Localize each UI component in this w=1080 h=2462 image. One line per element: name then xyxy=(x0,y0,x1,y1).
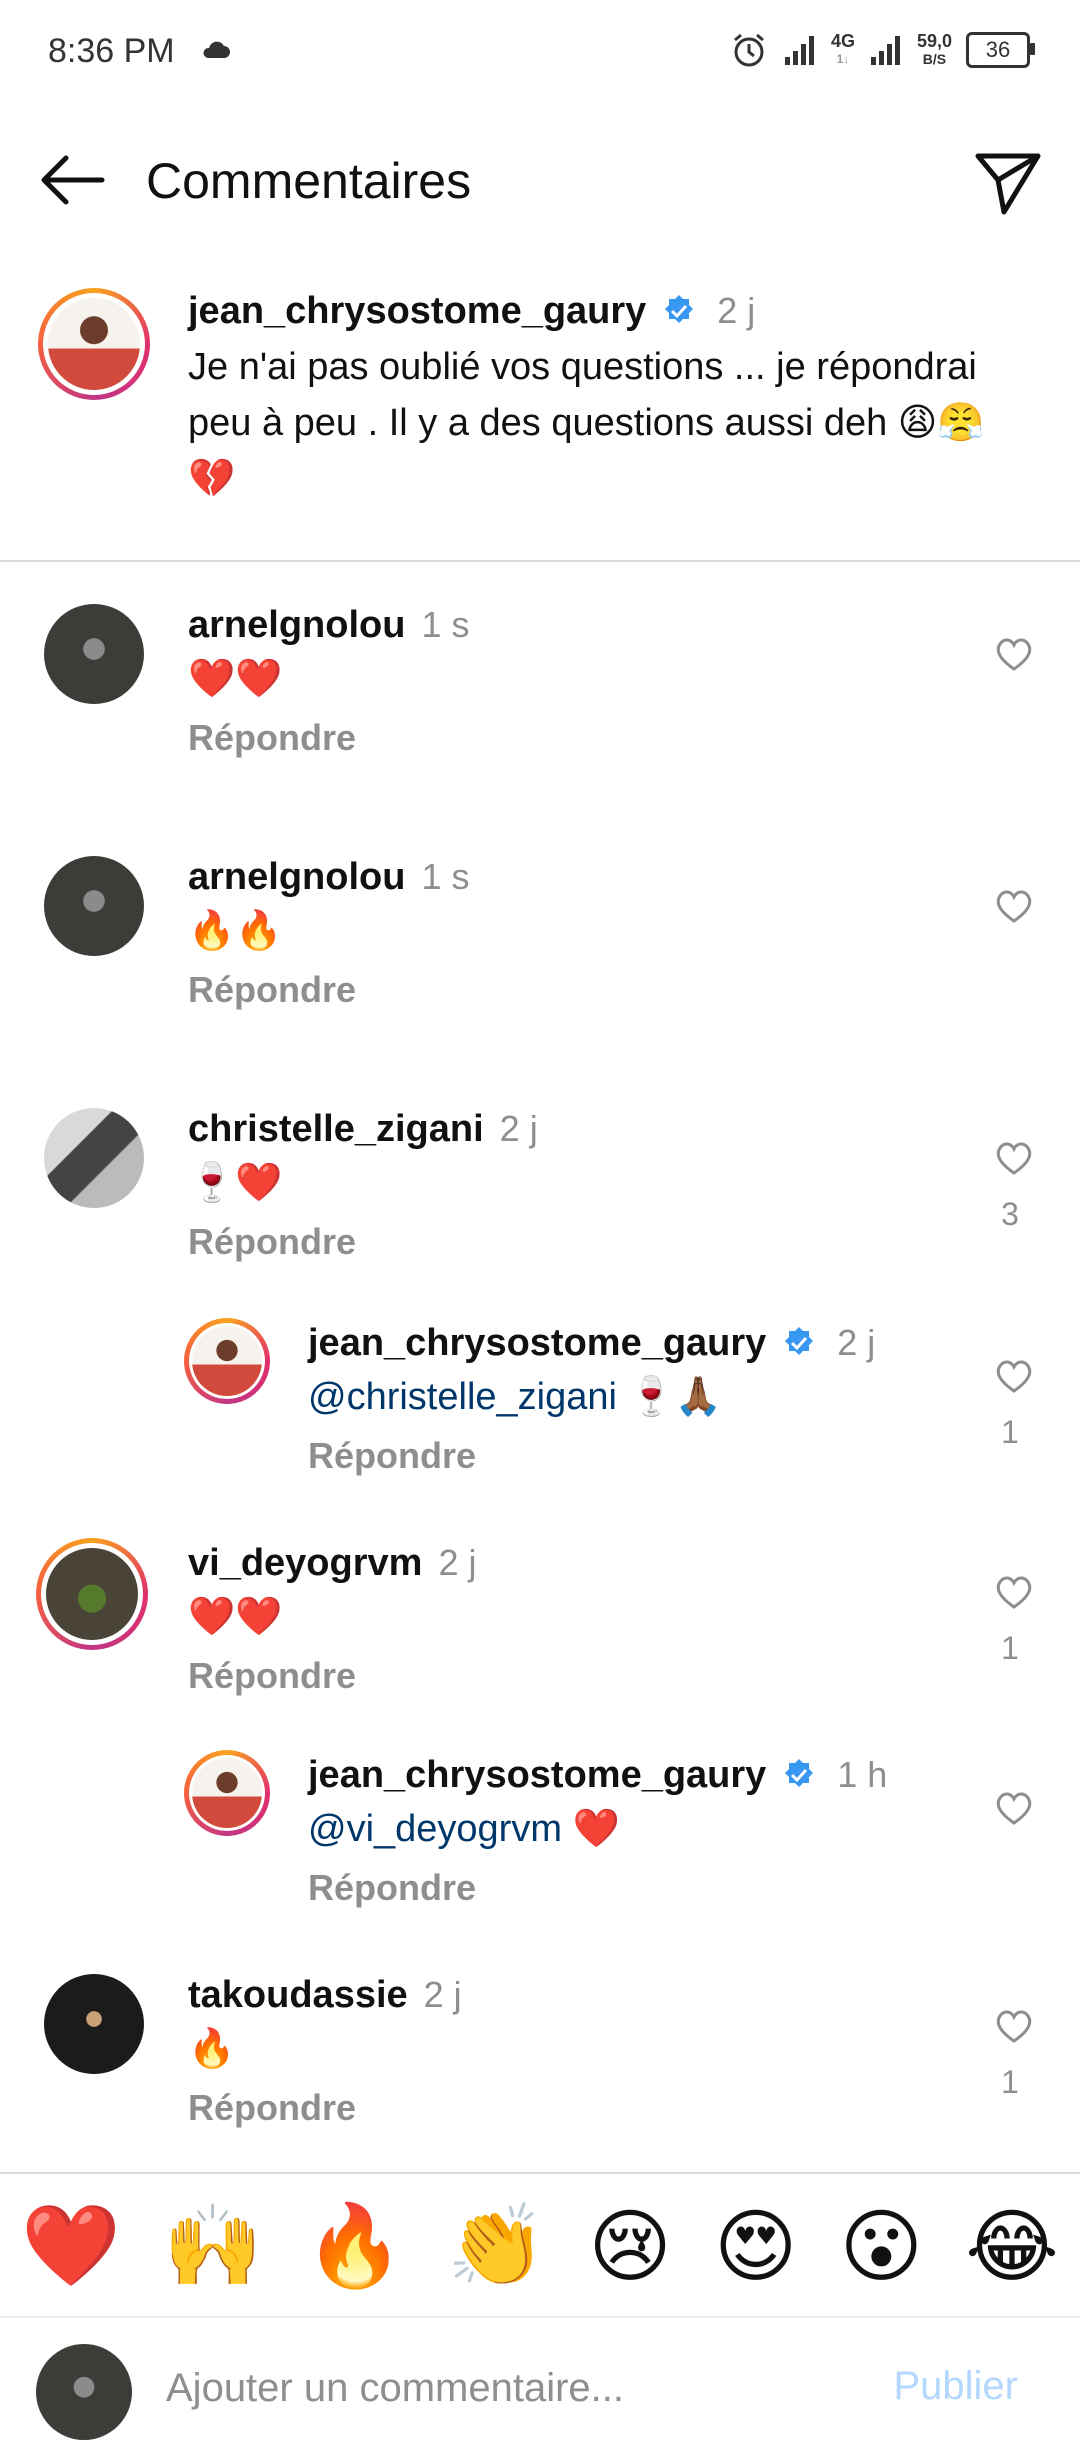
comment-username[interactable]: arnelgnolou xyxy=(188,856,405,898)
emoji-quick-bar: ❤️ 🙌 🔥 👏 😢 😍 😮 😂 xyxy=(0,2172,1080,2318)
comment-username[interactable]: vi_deyogrvm xyxy=(188,1542,422,1584)
like-count: 1 xyxy=(1001,2064,1019,2100)
back-arrow-icon[interactable] xyxy=(36,152,106,208)
comment-time: 1 h xyxy=(837,1754,888,1795)
like-count: 1 xyxy=(1001,1414,1019,1450)
reply-button[interactable]: Répondre xyxy=(188,1221,968,1263)
avatar[interactable] xyxy=(44,1974,144,2074)
comment-time: 1 s xyxy=(421,604,470,645)
verified-badge-icon xyxy=(664,295,693,323)
comment-text: ❤️❤️ xyxy=(188,658,283,700)
emoji-clap[interactable]: 👏 xyxy=(447,2199,547,2293)
like-count: 1 xyxy=(1001,1630,1019,1666)
heart-icon[interactable] xyxy=(994,886,1034,926)
comment-username[interactable]: takoudassie xyxy=(188,1974,408,2016)
heart-icon[interactable] xyxy=(994,1138,1034,1178)
status-time: 8:36 PM xyxy=(48,32,175,70)
comment-composer: Ajouter un commentaire... Publier xyxy=(0,2316,1080,2462)
mention-link[interactable]: @christelle_zigani xyxy=(308,1376,617,1418)
avatar[interactable] xyxy=(44,604,144,704)
comment-text: ❤️❤️ xyxy=(188,1596,283,1638)
avatar[interactable] xyxy=(44,856,144,956)
comment-time: 2 j xyxy=(438,1542,477,1583)
comment-username[interactable]: jean_chrysostome_gaury xyxy=(308,1754,766,1796)
comment-text: 🍷🙏🏾 xyxy=(616,1376,723,1418)
avatar[interactable] xyxy=(36,1538,148,1650)
comment-text: 🍷❤️ xyxy=(188,1162,283,1204)
comment-username[interactable]: arnelgnolou xyxy=(188,604,405,646)
app-header: Commentaires xyxy=(0,130,1080,230)
caption-username[interactable]: jean_chrysostome_gaury xyxy=(188,290,646,332)
signal-icon xyxy=(784,36,814,65)
comment-username[interactable]: christelle_zigani xyxy=(188,1108,484,1150)
emoji-heart[interactable]: ❤️ xyxy=(21,2199,121,2293)
status-bar: 8:36 PM 4G 1↓ 59,0 B/S 36 xyxy=(0,0,1080,110)
caption-text: Je n'ai pas oublié vos questions ... je … xyxy=(188,346,985,500)
send-icon[interactable] xyxy=(972,146,1044,218)
emoji-joy[interactable]: 😂 xyxy=(965,2200,1058,2293)
emoji-fire[interactable]: 🔥 xyxy=(305,2199,405,2293)
comment-username[interactable]: jean_chrysostome_gaury xyxy=(308,1322,766,1364)
comment-time: 2 j xyxy=(499,1108,538,1149)
comment-text: ❤️ xyxy=(562,1808,620,1850)
post-caption: jean_chrysostome_gaury 2 j Je n'ai pas o… xyxy=(0,280,1080,562)
comment-time: 2 j xyxy=(423,1974,462,2015)
avatar[interactable] xyxy=(184,1750,270,1836)
reply-button[interactable]: Répondre xyxy=(188,1655,968,1697)
caption-time: 2 j xyxy=(717,290,756,331)
mention-link[interactable]: @vi_deyogrvm xyxy=(308,1808,562,1850)
avatar[interactable] xyxy=(44,1108,144,1208)
verified-badge-icon xyxy=(784,1327,813,1355)
avatar[interactable] xyxy=(184,1318,270,1404)
emoji-raised-hands[interactable]: 🙌 xyxy=(163,2199,263,2293)
heart-icon[interactable] xyxy=(994,1572,1034,1612)
alarm-icon xyxy=(733,33,764,67)
reply-button[interactable]: Répondre xyxy=(188,717,968,759)
like-count: 3 xyxy=(1001,1196,1019,1232)
heart-icon[interactable] xyxy=(994,1356,1034,1396)
battery-icon: 36 xyxy=(966,32,1035,68)
reply-button[interactable]: Répondre xyxy=(188,969,968,1011)
publish-button[interactable]: Publier xyxy=(893,2364,1018,2409)
comment-time: 1 s xyxy=(421,856,470,897)
page-title: Commentaires xyxy=(146,153,472,209)
reply-button[interactable]: Répondre xyxy=(308,1435,988,1477)
heart-icon[interactable] xyxy=(994,634,1034,674)
network-type: 4G 1↓ xyxy=(830,31,855,66)
heart-icon[interactable] xyxy=(994,1788,1034,1828)
signal-icon-2 xyxy=(870,36,900,65)
comment-text: 🔥🔥 xyxy=(188,910,283,952)
avatar[interactable] xyxy=(38,288,150,400)
comment-input[interactable]: Ajouter un commentaire... xyxy=(166,2366,624,2411)
verified-badge-icon xyxy=(784,1759,813,1787)
emoji-surprised[interactable]: 😮 xyxy=(840,2200,923,2293)
network-speed: 59,0 B/S xyxy=(916,31,952,67)
reply-button[interactable]: Répondre xyxy=(308,1867,988,1909)
cloud-icon xyxy=(203,41,230,58)
avatar xyxy=(36,2344,132,2440)
reply-button[interactable]: Répondre xyxy=(188,2087,968,2129)
emoji-crying[interactable]: 😢 xyxy=(588,2200,671,2293)
comment-time: 2 j xyxy=(837,1322,876,1363)
heart-icon[interactable] xyxy=(994,2006,1034,2046)
comment-text: 🔥 xyxy=(188,2028,236,2070)
emoji-heart-eyes[interactable]: 😍 xyxy=(714,2200,797,2293)
